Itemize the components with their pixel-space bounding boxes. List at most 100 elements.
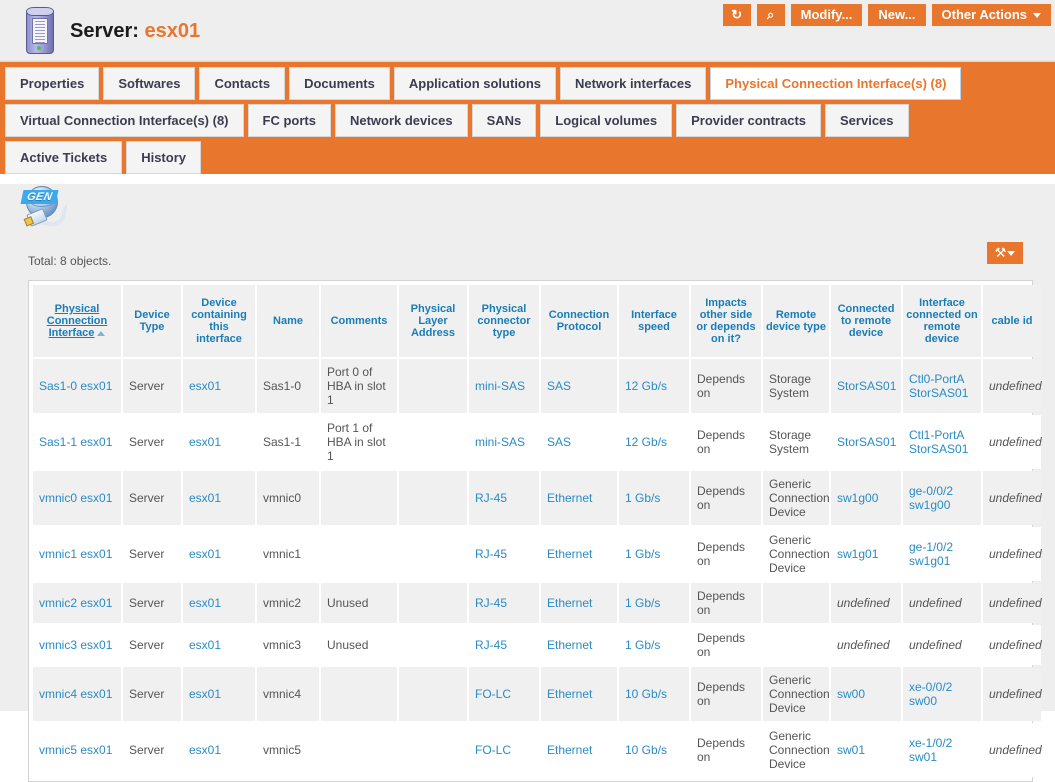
column-header-physical-layer-address[interactable]: Physical Layer Address (399, 285, 467, 357)
cell-connection-protocol[interactable]: SAS (541, 359, 617, 413)
cell-physical-connection-interface[interactable]: vmnic1 esx01 (33, 527, 121, 581)
column-header-device-containing-this-interface[interactable]: Device containing this interface (183, 285, 255, 357)
cell-connected-to-remote-device[interactable]: StorSAS01 (831, 359, 901, 413)
cell-connected-to-remote-device[interactable]: StorSAS01 (831, 415, 901, 469)
tab-history[interactable]: History (126, 141, 201, 174)
cell-connection-protocol[interactable]: Ethernet (541, 583, 617, 623)
table-row[interactable]: vmnic3 esx01 Server esx01 vmnic3 Unused RJ-45… (33, 625, 1042, 665)
table-row[interactable]: vmnic1 esx01 Server esx01 vmnic1 RJ-45 Ethern… (33, 527, 1042, 581)
tab-logical-volumes[interactable]: Logical volumes (540, 104, 673, 137)
cell-comments: Port 1 of HBA in slot 1 (321, 415, 397, 469)
cell-interface-connected-on-remote-device[interactable]: Ctl0-PortA StorSAS01 (903, 359, 981, 413)
cell-remote-device-type: Generic Connection Device (763, 527, 830, 581)
cell-physical-connector-type[interactable]: mini-SAS (469, 359, 539, 413)
column-header-interface-speed[interactable]: Interface speed (619, 285, 689, 357)
cell-connection-protocol[interactable]: Ethernet (541, 471, 617, 525)
cell-interface-connected-on-remote-device[interactable]: ge-0/0/2 sw1g00 (903, 471, 981, 525)
new-button[interactable]: New... (868, 4, 926, 26)
cell-connected-to-remote-device[interactable]: sw00 (831, 667, 901, 721)
cell-connection-protocol[interactable]: Ethernet (541, 625, 617, 665)
cell-physical-connection-interface[interactable]: vmnic3 esx01 (33, 625, 121, 665)
tab-softwares[interactable]: Softwares (103, 67, 196, 100)
cell-interface-connected-on-remote-device[interactable]: ge-1/0/2 sw1g01 (903, 527, 981, 581)
tab-network-devices[interactable]: Network devices (334, 104, 468, 137)
table-row[interactable]: vmnic0 esx01 Server esx01 vmnic0 RJ-45 Ethern… (33, 471, 1042, 525)
column-header-physical-connector-type[interactable]: Physical connector type (469, 285, 539, 357)
cell-physical-connection-interface[interactable]: vmnic2 esx01 (33, 583, 121, 623)
tab-physical-connection-interface-s-8[interactable]: Physical Connection Interface(s) (8) (710, 67, 962, 100)
cell-interface-connected-on-remote-device[interactable]: Ctl1-PortA StorSAS01 (903, 415, 981, 469)
cell-interface-speed[interactable]: 1 Gb/s (619, 527, 689, 581)
cell-connected-to-remote-device[interactable]: sw1g00 (831, 471, 901, 525)
tab-network-interfaces[interactable]: Network interfaces (560, 67, 707, 100)
cell-device-containing-this-interface[interactable]: esx01 (183, 667, 255, 721)
column-header-comments[interactable]: Comments (321, 285, 397, 357)
tools-icon[interactable]: ⚒ (987, 242, 1023, 264)
cell-interface-speed[interactable]: 1 Gb/s (619, 471, 689, 525)
tab-fc-ports[interactable]: FC ports (247, 104, 331, 137)
cell-device-containing-this-interface[interactable]: esx01 (183, 415, 255, 469)
cell-interface-speed[interactable]: 12 Gb/s (619, 415, 689, 469)
cell-physical-connection-interface[interactable]: Sas1-0 esx01 (33, 359, 121, 413)
tab-contacts[interactable]: Contacts (199, 67, 286, 100)
cell-device-containing-this-interface[interactable]: esx01 (183, 527, 255, 581)
cell-physical-connection-interface[interactable]: Sas1-1 esx01 (33, 415, 121, 469)
cell-connection-protocol[interactable]: Ethernet (541, 527, 617, 581)
tab-services[interactable]: Services (825, 104, 909, 137)
cell-physical-connection-interface[interactable]: vmnic5 esx01 (33, 723, 121, 777)
tab-documents[interactable]: Documents (289, 67, 390, 100)
cell-interface-speed[interactable]: 1 Gb/s (619, 583, 689, 623)
cell-connection-protocol[interactable]: Ethernet (541, 723, 617, 777)
cell-interface-speed[interactable]: 10 Gb/s (619, 723, 689, 777)
column-header-interface-connected-on-remote-device[interactable]: Interface connected on remote device (903, 285, 981, 357)
cell-physical-connection-interface[interactable]: vmnic0 esx01 (33, 471, 121, 525)
tab-sans[interactable]: SANs (471, 104, 537, 137)
column-header-name[interactable]: Name (257, 285, 319, 357)
column-header-connection-protocol[interactable]: Connection Protocol (541, 285, 617, 357)
cell-physical-connector-type[interactable]: RJ-45 (469, 625, 539, 665)
tab-properties[interactable]: Properties (5, 67, 100, 100)
cell-physical-connector-type[interactable]: FO-LC (469, 667, 539, 721)
cell-interface-speed[interactable]: 12 Gb/s (619, 359, 689, 413)
tab-virtual-connection-interface-s-8[interactable]: Virtual Connection Interface(s) (8) (5, 104, 244, 137)
cell-physical-connector-type[interactable]: RJ-45 (469, 583, 539, 623)
column-header-impacts-other-side-or-depends-on-it[interactable]: Impacts other side or depends on it? (691, 285, 761, 357)
cell-device-containing-this-interface[interactable]: esx01 (183, 723, 255, 777)
cell-device-containing-this-interface[interactable]: esx01 (183, 583, 255, 623)
cell-name: Sas1-1 (257, 415, 319, 469)
cell-physical-connector-type[interactable]: mini-SAS (469, 415, 539, 469)
column-header-physical-connection-interface[interactable]: Physical Connection Interface (33, 285, 121, 357)
cell-connection-protocol[interactable]: Ethernet (541, 667, 617, 721)
cell-interface-speed[interactable]: 10 Gb/s (619, 667, 689, 721)
cell-physical-connector-type[interactable]: RJ-45 (469, 527, 539, 581)
cell-interface-connected-on-remote-device[interactable]: xe-0/0/2 sw00 (903, 667, 981, 721)
table-row[interactable]: Sas1-0 esx01 Server esx01 Sas1-0 Port 0 of H… (33, 359, 1042, 413)
cell-device-containing-this-interface[interactable]: esx01 (183, 471, 255, 525)
cell-interface-speed[interactable]: 1 Gb/s (619, 625, 689, 665)
cell-interface-connected-on-remote-device[interactable]: xe-1/0/2 sw01 (903, 723, 981, 777)
total-objects-label: Total: 8 objects. (28, 254, 112, 268)
tab-provider-contracts[interactable]: Provider contracts (676, 104, 822, 137)
tab-active-tickets[interactable]: Active Tickets (5, 141, 123, 174)
cell-physical-connection-interface[interactable]: vmnic4 esx01 (33, 667, 121, 721)
cell-connection-protocol[interactable]: SAS (541, 415, 617, 469)
column-header-device-type[interactable]: Device Type (123, 285, 181, 357)
modify-button[interactable]: Modify... (790, 4, 863, 26)
cell-device-containing-this-interface[interactable]: esx01 (183, 625, 255, 665)
cell-physical-connector-type[interactable]: RJ-45 (469, 471, 539, 525)
table-row[interactable]: Sas1-1 esx01 Server esx01 Sas1-1 Port 1 of H… (33, 415, 1042, 469)
column-header-remote-device-type[interactable]: Remote device type (763, 285, 829, 357)
table-row[interactable]: vmnic4 esx01 Server esx01 vmnic4 FO-LC Ethern… (33, 667, 1042, 721)
column-header-cable-id[interactable]: cable id (983, 285, 1041, 357)
column-header-connected-to-remote-device[interactable]: Connected to remote device (831, 285, 901, 357)
table-row[interactable]: vmnic2 esx01 Server esx01 vmnic2 Unused RJ-45… (33, 583, 1042, 623)
refresh-icon[interactable]: ↻ (722, 4, 751, 26)
cell-device-containing-this-interface[interactable]: esx01 (183, 359, 255, 413)
cell-connected-to-remote-device[interactable]: sw01 (831, 723, 901, 777)
other-actions-button[interactable]: Other Actions (931, 4, 1051, 26)
tab-application-solutions[interactable]: Application solutions (393, 67, 557, 100)
table-row[interactable]: vmnic5 esx01 Server esx01 vmnic5 FO-LC Ethern… (33, 723, 1042, 777)
search-icon[interactable]: ⌕ (756, 4, 785, 26)
cell-physical-connector-type[interactable]: FO-LC (469, 723, 539, 777)
cell-connected-to-remote-device[interactable]: sw1g01 (831, 527, 901, 581)
